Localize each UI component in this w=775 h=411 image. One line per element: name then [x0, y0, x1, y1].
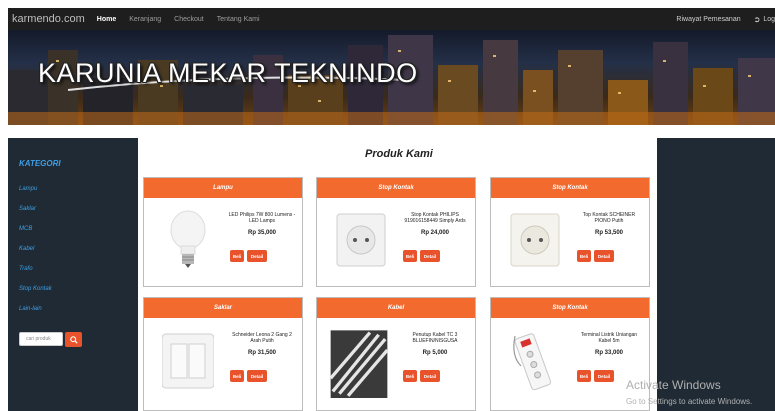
detail-button[interactable]: Detail	[247, 370, 267, 382]
product-category: Lampu	[144, 178, 302, 198]
product-card: Stop Kontak Terminal Listrik Uniangan Ka…	[490, 297, 650, 411]
sidebar-item-kabel[interactable]: Kabel	[19, 246, 34, 252]
product-name: Stop Kontak PHILIPS 919016158449 Simply …	[404, 212, 466, 224]
product-category: Saklar	[144, 298, 302, 318]
product-price: Rp 33,000	[594, 350, 624, 356]
product-price: Rp 35,000	[247, 230, 277, 236]
navbar-right: Riwayat Pemesanan ➲ Log	[676, 15, 775, 24]
page-title: Produk Kami	[365, 148, 433, 160]
search-icon	[69, 335, 78, 344]
buy-button[interactable]: Beli	[403, 250, 417, 262]
nav-riwayat-pemesanan[interactable]: Riwayat Pemesanan	[676, 16, 740, 23]
led-bulb-icon	[170, 210, 206, 268]
category-sidebar: KATEGORI Lampu Saklar MCB Kabel Trafo St…	[8, 138, 138, 411]
buy-button[interactable]: Beli	[230, 370, 244, 382]
product-category: Kabel	[317, 298, 475, 318]
product-price: Rp 5,000	[422, 350, 448, 356]
nav-checkout[interactable]: Checkout	[174, 16, 204, 23]
product-card: Stop Kontak Stop Kontak PHILIPS 91901615…	[316, 177, 476, 287]
double-switch-icon	[162, 333, 214, 389]
detail-button[interactable]: Detail	[594, 250, 614, 262]
product-category: Stop Kontak	[317, 178, 475, 198]
product-card: Lampu LED Philips 7W 800 Lumens - LED La…	[143, 177, 303, 287]
product-card: Stop Kontak Top Kontak SCHEINER PIONO Pu…	[490, 177, 650, 287]
cable-duct-icon	[329, 330, 389, 398]
product-category: Stop Kontak	[491, 298, 649, 318]
buy-button[interactable]: Beli	[230, 250, 244, 262]
buy-button[interactable]: Beli	[403, 370, 417, 382]
sidebar-item-stop-kontak[interactable]: Stop Kontak	[19, 286, 52, 292]
product-name: Schneider Leona 2 Gang 2 Arah Putih	[232, 332, 292, 344]
brand-link[interactable]: karmendo.com	[12, 13, 85, 25]
hero-banner: KARUNIA MEKAR TEKNINDO	[8, 30, 775, 125]
detail-button[interactable]: Detail	[247, 250, 267, 262]
detail-button[interactable]: Detail	[594, 370, 614, 382]
product-name: Top Kontak SCHEINER PIONO Putih	[582, 212, 636, 224]
wall-socket-icon	[336, 213, 386, 267]
detail-button[interactable]: Detail	[420, 370, 440, 382]
search-input[interactable]: cari produk	[19, 332, 63, 346]
nav-home[interactable]: Home	[97, 16, 116, 23]
logout-icon: ➲	[753, 14, 761, 24]
product-price: Rp 31,500	[247, 350, 277, 356]
right-panel	[657, 138, 775, 411]
sidebar-item-lain-lain[interactable]: Lain-lain	[19, 306, 42, 312]
product-name: LED Philips 7W 800 Lumens - LED Lamps	[228, 212, 296, 224]
sidebar-title: KATEGORI	[19, 159, 61, 168]
wall-socket-icon	[510, 213, 560, 267]
product-card: Kabel Penutup Kabel TC 3 BLUEFIN/NISGUSA…	[316, 297, 476, 411]
nav-keranjang[interactable]: Keranjang	[129, 16, 161, 23]
activate-windows-watermark: Activate Windows	[626, 378, 721, 392]
power-strip-icon	[513, 333, 552, 391]
buy-button[interactable]: Beli	[577, 250, 591, 262]
banner-title: KARUNIA MEKAR TEKNINDO	[38, 58, 418, 88]
product-name: Terminal Listrik Uniangan Kabel 5m	[580, 332, 638, 344]
activate-windows-hint: Go to Settings to activate Windows.	[626, 397, 753, 406]
search-button[interactable]	[65, 332, 82, 347]
sidebar-item-mcb[interactable]: MCB	[19, 226, 32, 232]
sidebar-item-trafo[interactable]: Trafo	[19, 266, 33, 272]
nav-tentang-kami[interactable]: Tentang Kami	[217, 16, 260, 23]
product-price: Rp 24,000	[420, 230, 450, 236]
product-card: Saklar Schneider Leona 2 Gang 2 Arah Put…	[143, 297, 303, 411]
buy-button[interactable]: Beli	[577, 370, 591, 382]
product-name: Penutup Kabel TC 3 BLUEFIN/NISGUSA	[412, 332, 458, 344]
sidebar-item-lampu[interactable]: Lampu	[19, 186, 37, 192]
product-price: Rp 53,500	[594, 230, 624, 236]
detail-button[interactable]: Detail	[420, 250, 440, 262]
product-category: Stop Kontak	[491, 178, 649, 198]
sidebar-item-saklar[interactable]: Saklar	[19, 206, 36, 212]
nav-logout[interactable]: Log	[763, 16, 775, 23]
top-navbar: karmendo.com Home Keranjang Checkout Ten…	[8, 8, 775, 30]
